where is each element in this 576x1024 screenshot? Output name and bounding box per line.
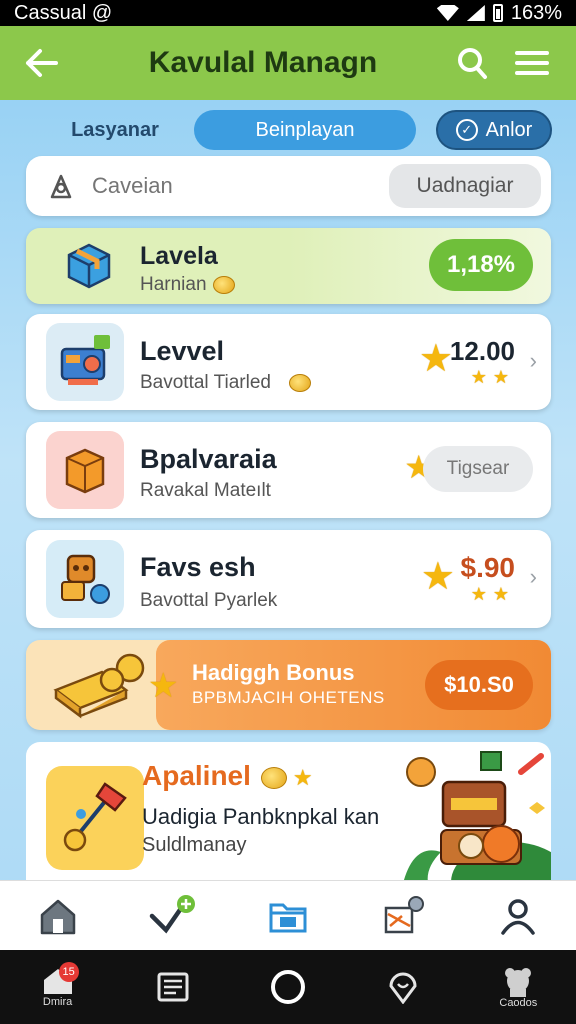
- list-item[interactable]: Bpalvaraia Ravakal Mateılt ★ Tigsear: [26, 422, 551, 518]
- home-circle-icon: [270, 970, 305, 1004]
- bear-icon: [505, 968, 532, 997]
- item-subtitle: Harnian: [140, 274, 235, 296]
- search-input[interactable]: [92, 173, 389, 199]
- box-icon: [56, 232, 122, 298]
- star-icon: ★: [420, 556, 455, 598]
- nav-profile[interactable]: [488, 886, 548, 946]
- item-title: Lavela: [140, 242, 218, 270]
- bonus-title: Hadiggh Bonus: [192, 660, 355, 685]
- chevron-right-icon: ›: [529, 564, 537, 589]
- newspaper-icon: [157, 972, 189, 1002]
- back-arrow-icon[interactable]: [22, 43, 62, 83]
- price-block: 12.00 ★★: [450, 336, 515, 388]
- price-block: $.90 ★★: [461, 552, 516, 605]
- item-price: 12.00: [449, 336, 515, 366]
- gold-bars-icon: [53, 653, 145, 719]
- machine-icon: [46, 323, 124, 401]
- tab-anlor[interactable]: ✓ Anlor: [436, 110, 552, 150]
- nav-home[interactable]: [28, 886, 88, 946]
- system-nav-bar: 15 Dmira Caodos: [0, 950, 576, 1024]
- chevron-right-icon: ›: [529, 348, 537, 373]
- feature-title: Apalinel ★: [142, 760, 313, 791]
- search-submit-button[interactable]: Uadnagiar: [389, 164, 541, 208]
- app-header: Kavulal Managn: [0, 26, 576, 100]
- folder-icon: [269, 903, 307, 932]
- menu-button[interactable]: [510, 41, 554, 85]
- location-search-icon: [50, 174, 72, 199]
- bonus-banner[interactable]: ★ Hadiggh Bonus BPBMJACIH OHETENS $10.S0: [26, 640, 551, 730]
- character-icon: [46, 540, 124, 618]
- status-bar: Cassual @ 163%: [0, 0, 576, 26]
- page-title: Kavulal Managn: [148, 46, 378, 79]
- star-icon: ★: [418, 338, 453, 380]
- nav-tasks[interactable]: [143, 886, 203, 946]
- sys-location-button[interactable]: [368, 954, 438, 1020]
- list-item[interactable]: Levvel Bavottal Tiarled ★ 12.00 ★★ ›: [26, 314, 551, 410]
- battery-icon: [492, 4, 503, 22]
- search-bar: Uadnagiar: [26, 156, 551, 216]
- list-item[interactable]: Lavela Harnian 1,18%: [26, 228, 551, 304]
- sys-home-circle-button[interactable]: [253, 954, 323, 1020]
- wifi-icon: [436, 5, 459, 21]
- sys-home-button[interactable]: 15 Dmira: [23, 954, 93, 1020]
- tool-icon: [46, 766, 144, 870]
- check-circle-icon: ✓: [455, 119, 478, 141]
- item-price: $.90: [460, 552, 516, 583]
- status-icons: 163%: [436, 1, 562, 25]
- search-icon: [458, 48, 487, 79]
- bottom-nav: [0, 880, 576, 950]
- tab-beinplayan[interactable]: Beinplayan: [194, 110, 416, 150]
- feature-description: Uadigia Panbknpkal kan: [142, 804, 380, 829]
- search-button[interactable]: [450, 41, 494, 85]
- item-title: Favs esh: [140, 552, 256, 582]
- sys-news-button[interactable]: [138, 954, 208, 1020]
- location-pin-icon: [389, 972, 417, 1004]
- home-icon: [40, 899, 75, 934]
- inbox-icon: [384, 895, 425, 933]
- tab-bar: Lasyanar Beinplayan ✓ Anlor: [0, 108, 576, 152]
- star-icon: ★: [292, 765, 313, 790]
- bonus-claim-button[interactable]: $10.S0: [425, 660, 533, 710]
- nav-inbox[interactable]: [373, 886, 433, 946]
- cube-icon: [46, 431, 124, 509]
- coin-icon: [260, 766, 287, 789]
- item-subtitle: Bavottal Tiarled: [140, 372, 311, 394]
- sys-profile-button[interactable]: Caodos: [483, 954, 553, 1020]
- signal-icon: [466, 5, 485, 21]
- item-subtitle: Ravakal Mateılt: [140, 480, 271, 501]
- list-item[interactable]: Favs esh Bavottal Pyarlek ★ $.90 ★★ ›: [26, 530, 551, 628]
- tab-anlor-label: Anlor: [485, 118, 533, 141]
- sys-home-label: Dmira: [42, 996, 73, 1008]
- coin-icon: [288, 373, 311, 392]
- rating-stars: ★★: [470, 584, 515, 604]
- battery-level: 163%: [510, 1, 562, 24]
- tag-badge[interactable]: Tigsear: [423, 446, 533, 492]
- feature-card[interactable]: Apalinel ★ Uadigia Panbknpkal kan Suldlma…: [26, 742, 551, 892]
- treasure-illustration: [401, 751, 551, 892]
- status-text: Cassual @: [14, 1, 113, 24]
- tab-lasyanar[interactable]: Lasyanar: [40, 110, 190, 150]
- item-title: Bpalvaraia: [140, 444, 277, 474]
- sparkle-star-icon: ★: [148, 667, 179, 705]
- notification-badge: 15: [58, 962, 79, 982]
- item-subtitle: Bavottal Pyarlek: [140, 590, 278, 611]
- checkmark-add-icon: [149, 894, 195, 933]
- sys-profile-label: Caodos: [499, 997, 538, 1009]
- coin-icon: [212, 275, 235, 294]
- item-title: Levvel: [140, 336, 225, 366]
- bonus-subtitle: BPBMJACIH OHETENS: [192, 688, 385, 707]
- feature-subtitle: Suldlmanay: [142, 834, 247, 856]
- person-icon: [501, 898, 536, 935]
- nav-folder[interactable]: [258, 886, 318, 946]
- hamburger-menu-icon: [515, 51, 549, 75]
- percent-badge[interactable]: 1,18%: [429, 239, 533, 291]
- rating-stars: ★★: [470, 367, 515, 387]
